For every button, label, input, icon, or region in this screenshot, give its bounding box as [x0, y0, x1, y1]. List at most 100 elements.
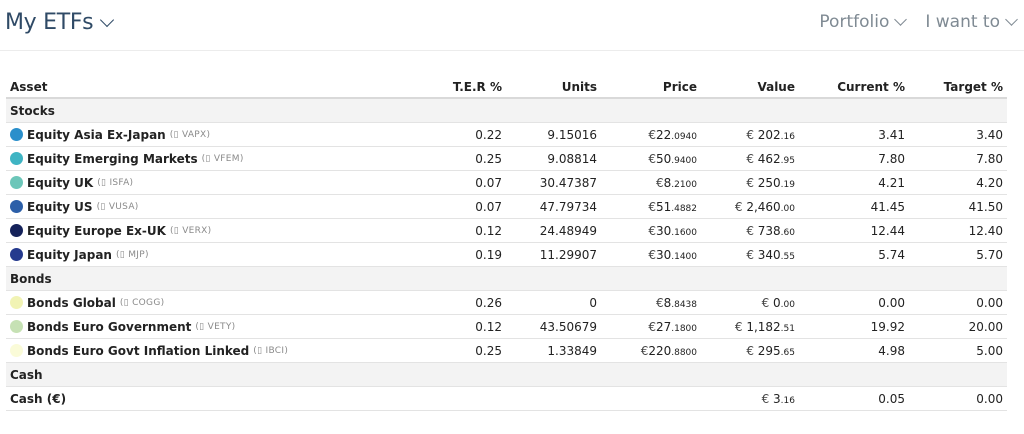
price-cents: .4882 — [671, 203, 697, 214]
currency-symbol: € — [648, 199, 656, 214]
table-row[interactable]: Bonds Euro Govt Inflation Linked (▯ IBCI)… — [6, 338, 1007, 363]
page-title: My ETFs — [5, 10, 94, 35]
asset-cell: Bonds Euro Govt Inflation Linked (▯ IBCI) — [6, 338, 426, 363]
units-cell: 11.29907 — [506, 242, 601, 267]
value-cell: € 1,182.51 — [701, 314, 799, 339]
value-cents: .55 — [780, 251, 795, 262]
price-cell: €220.8800 — [601, 338, 701, 363]
asset-color-dot — [10, 344, 23, 357]
target-percent-cell: 12.40 — [909, 218, 1007, 243]
asset-color-dot — [10, 128, 23, 141]
value-main: 340 — [757, 247, 781, 262]
asset-name-group: Equity Europe Ex-UK (▯ VERX) — [10, 224, 422, 238]
current-percent-cell: 7.80 — [799, 146, 909, 171]
asset-color-dot — [10, 296, 23, 309]
value-main: 295 — [757, 343, 781, 358]
value-cell: € 0.00 — [701, 290, 799, 315]
section-row: Bonds — [6, 266, 1007, 291]
section-filler — [506, 98, 601, 123]
chevron-down-icon — [100, 12, 115, 27]
table-row[interactable]: Equity UK (▯ ISFA) 0.07 30.47387 €8.2100 € 25… — [6, 170, 1007, 195]
asset-name[interactable]: Equity Emerging Markets — [27, 152, 198, 166]
price-cell: €22.0940 — [601, 122, 701, 147]
section-title: Stocks — [6, 98, 426, 123]
asset-name[interactable]: Equity Japan — [27, 248, 112, 262]
current-percent-cell: 0.00 — [799, 290, 909, 315]
column-header-asset[interactable]: Asset — [6, 77, 426, 99]
currency-symbol: € — [648, 319, 656, 334]
table-row[interactable]: Equity Europe Ex-UK (▯ VERX) 0.12 24.48949 €… — [6, 218, 1007, 243]
i-want-to-menu[interactable]: I want to — [925, 12, 1018, 32]
currency-symbol: € — [655, 175, 664, 190]
ticker-label: (▯ MJP) — [115, 249, 149, 260]
column-header-ter[interactable]: T.E.R % — [426, 77, 506, 99]
table-row[interactable]: Equity Emerging Markets (▯ VFEM) 0.25 9.088… — [6, 146, 1007, 171]
column-header-current[interactable]: Current % — [799, 77, 909, 99]
ticker-label: (▯ IBCI) — [253, 345, 289, 356]
currency-symbol: € — [746, 223, 758, 238]
table-row[interactable]: Cash (€) € 3.16 0.05 0.00 — [6, 386, 1007, 411]
value-cents: .51 — [780, 323, 795, 334]
price-main: 50 — [655, 151, 672, 166]
asset-color-dot — [10, 248, 23, 261]
column-header-price[interactable]: Price — [601, 77, 701, 99]
asset-name-group: Equity Asia Ex-Japan (▯ VAPX) — [10, 128, 422, 142]
asset-name-group: Bonds Euro Government (▯ VETY) — [10, 320, 422, 334]
section-filler — [601, 362, 701, 387]
asset-name[interactable]: Cash (€) — [10, 392, 66, 406]
section-filler — [909, 362, 1007, 387]
column-header-units[interactable]: Units — [506, 77, 601, 99]
column-header-value[interactable]: Value — [701, 77, 799, 99]
ter-cell: 0.25 — [426, 338, 506, 363]
asset-name[interactable]: Equity US — [27, 200, 93, 214]
column-header-target[interactable]: Target % — [909, 77, 1007, 99]
value-cents: .60 — [780, 227, 795, 238]
ticker-label: (▯ VFEM) — [201, 153, 244, 164]
value-cents: .95 — [780, 155, 795, 166]
price-cents: .2100 — [671, 179, 697, 190]
asset-cell: Equity Japan (▯ MJP) — [6, 242, 426, 267]
portfolio-menu[interactable]: Portfolio — [819, 12, 908, 32]
table-row[interactable]: Equity US (▯ VUSA) 0.07 47.79734 €51.4882 € 2… — [6, 194, 1007, 219]
value-main: 202 — [757, 127, 781, 142]
section-filler — [506, 266, 601, 291]
value-cell: € 250.19 — [701, 170, 799, 195]
section-filler — [909, 98, 1007, 123]
section-filler — [909, 266, 1007, 291]
current-percent-cell: 4.21 — [799, 170, 909, 195]
current-percent-cell: 0.05 — [799, 386, 909, 411]
asset-name[interactable]: Bonds Euro Government — [27, 320, 191, 334]
asset-cell: Equity Emerging Markets (▯ VFEM) — [6, 146, 426, 171]
section-filler — [601, 266, 701, 291]
currency-symbol: € — [746, 127, 758, 142]
currency-symbol: € — [746, 151, 758, 166]
ticker-symbol: ISFA — [109, 177, 130, 188]
asset-name[interactable]: Equity Asia Ex-Japan — [27, 128, 166, 142]
target-percent-cell: 20.00 — [909, 314, 1007, 339]
value-cents: .16 — [780, 395, 795, 406]
section-title: Cash — [6, 362, 426, 387]
etf-list-dropdown[interactable]: My ETFs — [5, 10, 115, 35]
asset-name[interactable]: Bonds Global — [27, 296, 116, 310]
ticker-label: (▯ VAPX) — [169, 129, 211, 140]
asset-name[interactable]: Equity UK — [27, 176, 93, 190]
price-cents: .8800 — [671, 347, 697, 358]
target-percent-cell: 4.20 — [909, 170, 1007, 195]
price-cents: .1400 — [671, 251, 697, 262]
asset-name[interactable]: Bonds Euro Govt Inflation Linked — [27, 344, 249, 358]
asset-name[interactable]: Equity Europe Ex-UK — [27, 224, 166, 238]
section-filler — [701, 362, 799, 387]
value-cell: € 340.55 — [701, 242, 799, 267]
value-main: 3 — [773, 391, 781, 406]
table-row[interactable]: Equity Japan (▯ MJP) 0.19 11.29907 €30.1400 €… — [6, 242, 1007, 267]
value-cell: € 738.60 — [701, 218, 799, 243]
value-cell: € 3.16 — [701, 386, 799, 411]
table-row[interactable]: Bonds Global (▯ COGG) 0.26 0 €8.8438 € 0.00 0.… — [6, 290, 1007, 315]
ter-cell: 0.19 — [426, 242, 506, 267]
units-cell: 30.47387 — [506, 170, 601, 195]
currency-symbol: € — [761, 295, 774, 310]
table-row[interactable]: Equity Asia Ex-Japan (▯ VAPX) 0.22 9.15016 €… — [6, 122, 1007, 147]
table-row[interactable]: Bonds Euro Government (▯ VETY) 0.12 43.5067… — [6, 314, 1007, 339]
section-filler — [426, 98, 506, 123]
section-filler — [799, 362, 909, 387]
